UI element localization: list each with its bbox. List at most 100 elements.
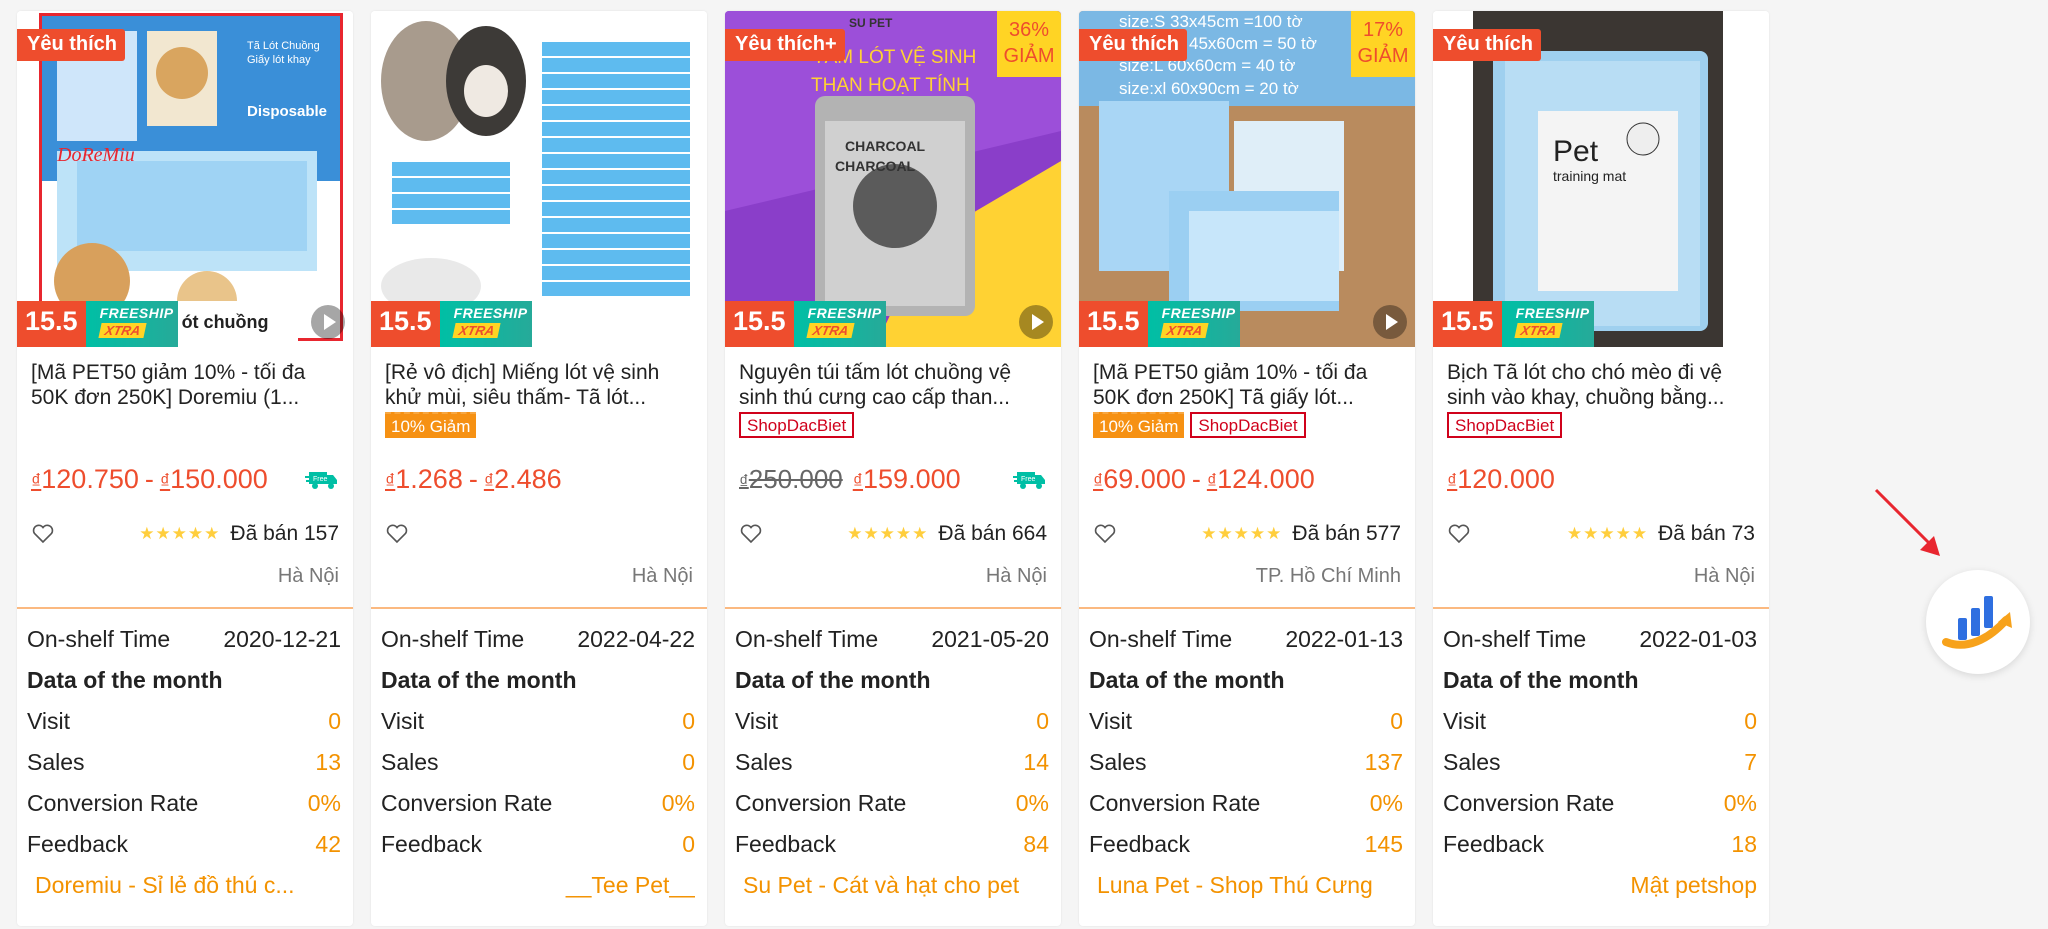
price-original: ₫250.000 [739,463,843,494]
conversion-row: Conversion Rate 0% [735,790,1049,816]
conversion-row: Conversion Rate 0% [27,790,341,816]
freeship-xtra-badge: FREESHIP XTRA [439,301,532,347]
sales-row: Sales 13 [27,749,341,775]
shop-link[interactable]: Mật petshop [1443,869,1757,909]
highlight-box [39,13,343,341]
shop-link[interactable]: Doremiu - Sỉ lẻ đồ thú c... [27,869,341,909]
image-caption: Pet [1553,135,1599,168]
shop-tag: ShopDacBiet [739,412,855,438]
sales-row: Sales 7 [1443,749,1757,775]
price-min: ₫159.000 [852,463,961,494]
product-image[interactable]: Pet training mat Yêu thích 15.5 FREESHIP… [1433,11,1769,347]
product-card[interactable]: CHARCOAL CHARCOAL SU PET TẤM LÓT VỆ SINH… [725,11,1061,926]
discount-badge: 36% GIẢM [997,11,1061,77]
visit-row: Visit 0 [1443,708,1757,734]
month-heading: Data of the month [27,667,223,693]
shop-link[interactable]: Su Pet - Cát và hạt cho pet [735,869,1049,909]
price-row: ₫120.750 - ₫150.000 Free [17,449,353,509]
shop-link[interactable]: Luna Pet - Shop Thú Cưng [1089,869,1403,909]
conversion-row: Conversion Rate 0% [381,790,695,816]
discount-tag: 10% Giảm [385,412,477,438]
promo-strip: 15.5 FREESHIP XTRA [371,301,532,347]
feedback-row: Feedback 42 [27,831,341,857]
month-heading: Data of the month [381,667,577,693]
visit-row: Visit 0 [381,708,695,734]
location: TP. Hồ Chí Minh [1079,559,1415,609]
conversion-row: Conversion Rate 0% [1089,790,1403,816]
shop-link[interactable]: __Tee Pet__ [381,869,695,909]
meta-row [371,509,707,559]
product-card[interactable]: 15.5 FREESHIP XTRA [Rẻ vô địch] Miếng ló… [371,11,707,926]
product-photo: Pet training mat [1433,11,1769,347]
play-video-icon[interactable] [311,305,345,339]
play-video-icon[interactable] [1019,305,1053,339]
free-shipping-truck-icon: Free [1013,472,1045,489]
size-line: size:xl 60x90cm = 20 tờ [1119,79,1299,98]
xtra-label: XTRA [1159,323,1209,338]
meta-row: ★★★★★ Đã bán 664 [725,509,1061,559]
meta-row: ★★★★★ Đã bán 73 [1433,509,1769,559]
product-card[interactable]: size:S 33x45cm =100 tờ 45x60cm = 50 tờ s… [1079,11,1415,926]
promo-number: 15.5 [725,301,794,347]
discount-badge: 17% GIẢM [1351,11,1415,77]
play-video-icon[interactable] [1373,305,1407,339]
sales-row: Sales 137 [1089,749,1403,775]
on-shelf-date: 2022-01-13 [1285,626,1403,652]
price-row: ₫120.000 [1433,449,1769,509]
product-tags [17,409,353,449]
svg-text:Free: Free [313,476,328,483]
stats-panel: On-shelf Time 2022-01-13 Data of the mont… [1079,609,1415,909]
promo-strip: 15.5 FREESHIP XTRA [725,301,886,347]
rating-stars: ★★★★★ [1566,524,1649,543]
shop-tag: ShopDacBiet [1190,412,1306,438]
promo-strip: 15.5 FREESHIP XTRA [1079,301,1240,347]
product-grid: DoReMiu Disposable Tã Lót Chuồng Giấy ló… [17,11,1769,926]
image-caption: ót chuồng [177,301,298,347]
product-image[interactable]: size:S 33x45cm =100 tờ 45x60cm = 50 tờ s… [1079,11,1415,347]
on-shelf-row: On-shelf Time 2022-04-22 [381,623,695,664]
sold-count: Đã bán 664 [938,522,1047,545]
promo-number: 15.5 [17,301,86,347]
xtra-label: XTRA [97,323,147,338]
freeship-label: FREESHIP [807,305,882,321]
freeship-label: FREESHIP [99,305,174,321]
image-caption: SU PET [849,16,893,30]
product-image[interactable]: CHARCOAL CHARCOAL SU PET TẤM LÓT VỆ SINH… [725,11,1061,347]
product-card[interactable]: Pet training mat Yêu thích 15.5 FREESHIP… [1433,11,1769,926]
free-shipping-truck-icon: Free [305,472,337,489]
heart-icon[interactable] [385,522,409,546]
freeship-label: FREESHIP [1161,305,1236,321]
price-max: ₫124.000 [1206,463,1315,494]
promo-strip: 15.5 FREESHIP XTRA ót chuồng [17,301,298,347]
freeship-xtra-badge: FREESHIP XTRA [1501,301,1594,347]
price-min: ₫120.000 [1447,463,1555,494]
heart-icon[interactable] [1093,522,1117,546]
product-title[interactable]: Nguyên túi tấm lót chuồng vệ sinh thú cư… [725,347,1061,409]
product-title[interactable]: [Mã PET50 giảm 10% - tối đa 50K đơn 250K… [1079,347,1415,409]
size-line: 45x60cm = 50 tờ [1189,34,1317,53]
product-card[interactable]: DoReMiu Disposable Tã Lót Chuồng Giấy ló… [17,11,353,926]
meta-row: ★★★★★ Đã bán 577 [1079,509,1415,559]
sold-count: Đã bán 157 [230,522,339,545]
product-image[interactable]: 15.5 FREESHIP XTRA [371,11,707,347]
product-photo [371,11,707,347]
product-title[interactable]: Bịch Tã lót cho chó mèo đi vệ sinh vào k… [1433,347,1769,409]
product-title[interactable]: [Rẻ vô địch] Miếng lót vệ sinh khử mùi, … [371,347,707,409]
product-image[interactable]: DoReMiu Disposable Tã Lót Chuồng Giấy ló… [17,11,353,347]
discount-word: GIẢM [1357,45,1409,67]
heart-icon[interactable] [31,522,55,546]
product-title[interactable]: [Mã PET50 giảm 10% - tối đa 50K đơn 250K… [17,347,353,409]
product-tags: 10% Giảm [371,409,707,449]
visit-row: Visit 0 [1089,708,1403,734]
heart-icon[interactable] [739,522,763,546]
on-shelf-row: On-shelf Time 2020-12-21 [27,623,341,664]
heart-icon[interactable] [1447,522,1471,546]
feedback-row: Feedback 0 [381,831,695,857]
analytics-floating-button[interactable] [1926,570,2030,674]
red-arrow-icon [1874,488,1940,556]
xtra-label: XTRA [805,323,855,338]
freeship-label: FREESHIP [1515,305,1590,321]
stats-panel: On-shelf Time 2020-12-21 Data of the mont… [17,609,353,909]
feedback-row: Feedback 145 [1089,831,1403,857]
price-row: ₫69.000 - ₫124.000 [1093,463,1315,494]
